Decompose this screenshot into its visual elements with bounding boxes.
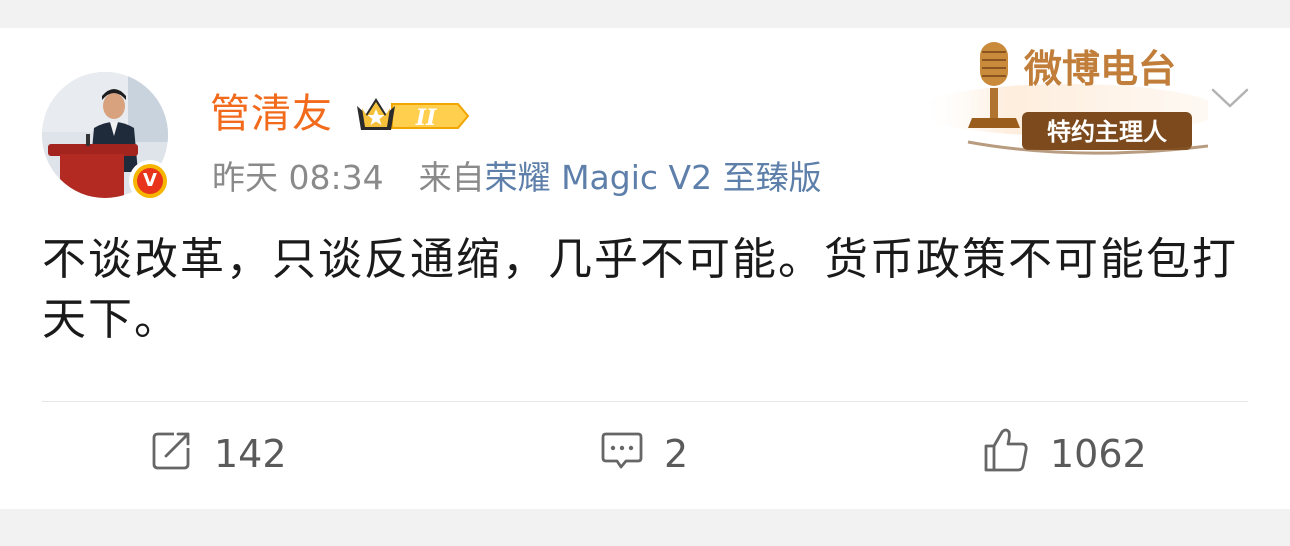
repost-button[interactable]: 142	[150, 426, 287, 482]
verified-v-icon: V	[129, 160, 171, 202]
post-time: 昨天 08:34	[212, 158, 384, 197]
like-button[interactable]: 1062	[982, 426, 1147, 482]
comment-icon	[600, 428, 644, 481]
comment-count: 2	[664, 432, 689, 476]
post-meta: 昨天 08:34 来自荣耀 Magic V2 至臻版	[212, 156, 822, 200]
source-device-link[interactable]: 荣耀 Magic V2 至臻版	[485, 158, 822, 197]
svg-text:特约主理人: 特约主理人	[1047, 118, 1167, 146]
post-text: 不谈改革，只谈反通缩，几乎不可能。货币政策不可能包打天下。	[42, 234, 1238, 345]
crown-level-icon[interactable]: II	[354, 92, 472, 140]
share-icon	[150, 428, 194, 481]
chevron-down-icon[interactable]	[1210, 86, 1250, 114]
radio-host-badge[interactable]: 微博电台 特约主理人	[918, 36, 1218, 160]
username[interactable]: 管清友	[210, 88, 333, 140]
comment-button[interactable]: 2	[600, 426, 688, 482]
post-card: V 管清友 II 昨天 08:34 来自荣耀 Magic V2 至臻版 微博电台…	[0, 28, 1290, 509]
repost-count: 142	[214, 432, 287, 476]
source-prefix: 来自	[418, 158, 485, 197]
svg-text:微博电台: 微博电台	[1023, 49, 1176, 91]
divider	[42, 401, 1248, 402]
level-text: II	[415, 105, 437, 131]
like-count: 1062	[1050, 432, 1147, 476]
thumbs-up-icon	[982, 426, 1030, 483]
